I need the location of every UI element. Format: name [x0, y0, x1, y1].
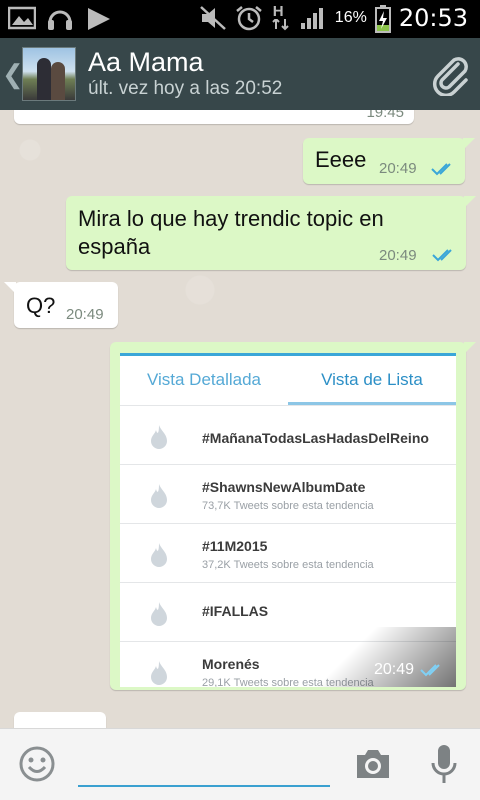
trend-tag: #MañanaTodasLasHadasDelReino [202, 430, 429, 446]
trend-tag: #IFALLAS [202, 603, 269, 619]
message-bubble[interactable]: 19:45 [14, 110, 414, 124]
flame-icon [151, 543, 167, 567]
trend-tag: #ShawnsNewAlbumDate [202, 479, 366, 495]
tab-vista-de-lista: Vista de Lista [288, 356, 456, 405]
hspa-icon: H [271, 3, 291, 31]
microphone-icon [431, 745, 457, 783]
bubble-tail [4, 282, 16, 294]
message-bubble[interactable]: Mira lo que hay trendic topic en españa … [66, 196, 466, 270]
message-bubble[interactable]: Q? 20:49 [14, 282, 118, 328]
read-ticks-icon [432, 249, 452, 262]
mic-button[interactable] [430, 743, 458, 787]
attach-button[interactable] [420, 44, 480, 104]
read-ticks-icon [431, 163, 451, 176]
emoji-button[interactable] [18, 745, 56, 783]
message-time: 19:45 [366, 110, 404, 121]
flame-icon [151, 425, 167, 449]
avatar[interactable] [22, 47, 76, 101]
flame-icon [151, 661, 167, 685]
gallery-icon [7, 6, 37, 32]
contact-info[interactable]: Aa Mama últ. vez hoy a las 20:52 [88, 47, 420, 101]
contact-name: Aa Mama [88, 47, 204, 77]
bubble-tail [463, 138, 475, 150]
battery-charging-icon [374, 5, 391, 33]
flame-icon [151, 602, 167, 626]
chat-header: ❮ Aa Mama últ. vez hoy a las 20:52 [0, 38, 480, 110]
play-icon [84, 6, 112, 32]
message-bubble[interactable] [14, 712, 106, 728]
camera-icon [357, 750, 389, 778]
back-button[interactable]: ❮ [2, 59, 24, 90]
message-composer [0, 728, 480, 800]
clock: 20:53 [398, 4, 468, 32]
message-input[interactable] [78, 743, 330, 787]
paperclip-icon [432, 57, 468, 96]
chat-area[interactable]: 19:45 Eeee 20:49 Mira lo que hay trendic… [0, 110, 480, 728]
mute-icon [199, 5, 227, 31]
flame-icon [151, 484, 167, 508]
trends-tabs: Vista Detallada Vista de Lista [120, 353, 456, 405]
battery-percent: 16% [334, 9, 367, 26]
trend-tag: Morenés [202, 656, 260, 672]
status-bar: H 16% 20:53 [0, 0, 480, 38]
message-time: 20:49 [379, 247, 417, 264]
camera-button[interactable] [354, 747, 392, 781]
signal-icon [299, 5, 327, 31]
message-time: 20:49 [379, 160, 417, 177]
bubble-tail [464, 342, 476, 354]
trend-row: #ShawnsNewAlbumDate 73,7K Tweets sobre e… [120, 464, 456, 522]
trend-count: 37,2K Tweets sobre esta tendencia [202, 559, 374, 571]
smiley-icon [19, 746, 55, 782]
headset-icon [46, 6, 74, 32]
tab-vista-detallada: Vista Detallada [146, 370, 262, 389]
trend-row: #11M2015 37,2K Tweets sobre esta tendenc… [120, 523, 456, 581]
message-time: 20:49 [373, 661, 414, 678]
message-text: Eeee [315, 147, 367, 172]
bubble-tail [464, 196, 476, 208]
message-bubble[interactable]: Eeee 20:49 [303, 138, 465, 184]
shared-image-twitter-trends[interactable]: Vista Detallada Vista de Lista #MañanaTo… [120, 353, 456, 687]
trend-row: #MañanaTodasLasHadasDelReino [120, 405, 456, 463]
trend-count: 73,7K Tweets sobre esta tendencia [202, 500, 374, 512]
alarm-icon [235, 5, 263, 31]
read-ticks-icon [420, 664, 440, 677]
message-time: 20:49 [66, 306, 104, 323]
last-seen: últ. vez hoy a las 20:52 [88, 78, 283, 99]
trend-tag: #11M2015 [202, 538, 268, 554]
message-text: Q? [26, 293, 56, 318]
